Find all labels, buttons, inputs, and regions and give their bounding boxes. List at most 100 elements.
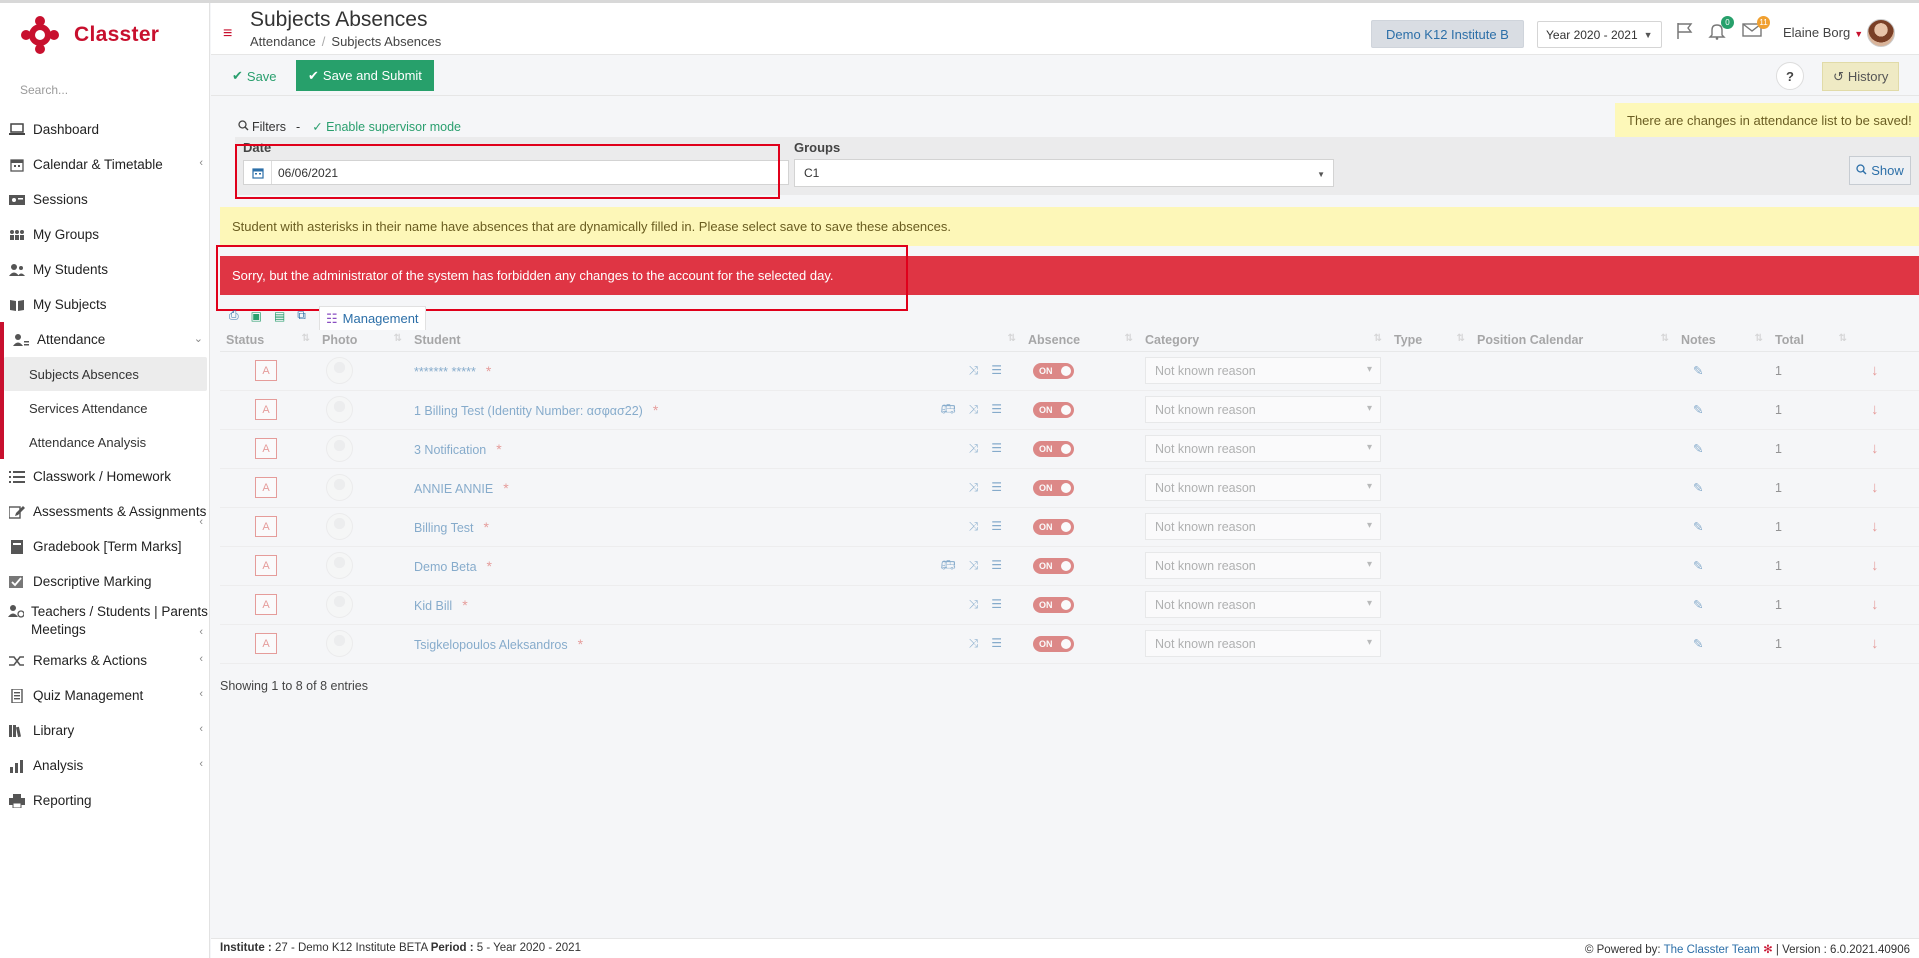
arrow-down-icon[interactable]: ↓ (1871, 479, 1879, 496)
bus-icon[interactable]: 🚌︎ (940, 558, 955, 573)
status-badge[interactable]: A (255, 516, 277, 537)
col-type[interactable]: Type ⇅ (1388, 329, 1471, 352)
absence-toggle[interactable]: ON (1033, 518, 1074, 535)
edit-note-icon[interactable]: ✎ (1693, 364, 1703, 378)
list-icon[interactable]: ☰ (991, 558, 1002, 573)
col-photo[interactable]: Photo ⇅ (316, 329, 408, 352)
sidebar-item-dashboard[interactable]: Dashboard (0, 112, 209, 147)
csv-export-icon[interactable]: ▤ (274, 309, 285, 323)
sidebar-subitem-subjects-absences[interactable]: Subjects Absences (4, 357, 207, 391)
status-badge[interactable]: A (255, 594, 277, 615)
date-input[interactable] (272, 165, 772, 180)
col-student[interactable]: Student ⇅ (408, 329, 1022, 352)
sidebar-subitem-attendance-analysis[interactable]: Attendance Analysis (4, 425, 209, 459)
arrow-down-icon[interactable]: ↓ (1871, 362, 1879, 379)
category-select[interactable]: Not known reason (1145, 552, 1381, 579)
category-select[interactable]: Not known reason (1145, 474, 1381, 501)
show-button[interactable]: Show (1849, 156, 1911, 185)
sidebar-item-library[interactable]: Library ‹ (0, 713, 209, 748)
avatar[interactable] (1867, 19, 1895, 47)
save-and-submit-button[interactable]: ✔ Save and Submit (296, 60, 434, 91)
sidebar-item-my-students[interactable]: My Students (0, 252, 209, 287)
management-tab[interactable]: ☷ Management (319, 306, 426, 330)
student-name-link[interactable]: Billing Test (414, 521, 474, 535)
hamburger-menu-icon[interactable]: ≡ (223, 25, 232, 43)
sidebar-item-assessments[interactable]: Assessments & Assignments ‹ (0, 494, 209, 529)
absence-toggle[interactable]: ON (1033, 635, 1074, 652)
shuffle-icon[interactable]: ⤨ (969, 402, 979, 417)
shuffle-icon[interactable]: ⤨ (969, 363, 979, 378)
list-icon[interactable]: ☰ (991, 441, 1002, 456)
col-absence[interactable]: Absence ⇅ (1022, 329, 1139, 352)
date-field[interactable] (243, 160, 789, 185)
sidebar-item-attendance[interactable]: Attendance ⌄ (0, 322, 209, 357)
category-select[interactable]: Not known reason (1145, 396, 1381, 423)
logo[interactable]: Classter (20, 13, 159, 57)
arrow-down-icon[interactable]: ↓ (1871, 557, 1879, 574)
edit-note-icon[interactable]: ✎ (1693, 481, 1703, 495)
category-select[interactable]: Not known reason (1145, 357, 1381, 384)
absence-toggle[interactable]: ON (1033, 362, 1074, 379)
sidebar-item-sessions[interactable]: Sessions (0, 182, 209, 217)
absence-toggle[interactable]: ON (1033, 596, 1074, 613)
arrow-down-icon[interactable]: ↓ (1871, 596, 1879, 613)
sidebar-item-remarks[interactable]: Remarks & Actions ‹ (0, 643, 209, 678)
status-badge[interactable]: A (255, 399, 277, 420)
edit-note-icon[interactable]: ✎ (1693, 598, 1703, 612)
filters-toggle[interactable]: Filters (252, 120, 286, 134)
help-button[interactable]: ? (1776, 62, 1804, 90)
edit-note-icon[interactable]: ✎ (1693, 442, 1703, 456)
groups-select[interactable]: C1 ▼ (794, 159, 1334, 187)
copy-icon[interactable]: ⧉ (297, 308, 306, 323)
sidebar-item-reporting[interactable]: Reporting (0, 783, 209, 818)
year-select[interactable]: Year 2020 - 2021 ▼ (1537, 21, 1662, 48)
shuffle-icon[interactable]: ⤨ (969, 480, 979, 495)
sidebar-subitem-services-attendance[interactable]: Services Attendance (4, 391, 209, 425)
category-select[interactable]: Not known reason (1145, 435, 1381, 462)
save-button[interactable]: ✔ Save (225, 62, 284, 90)
student-name-link[interactable]: Kid Bill (414, 599, 452, 613)
student-name-link[interactable]: ANNIE ANNIE (414, 482, 493, 496)
bus-icon[interactable]: 🚌︎ (940, 402, 955, 417)
shuffle-icon[interactable]: ⤨ (969, 519, 979, 534)
status-badge[interactable]: A (255, 477, 277, 498)
arrow-down-icon[interactable]: ↓ (1871, 635, 1879, 652)
col-category[interactable]: Category ⇅ (1139, 329, 1388, 352)
status-badge[interactable]: A (255, 438, 277, 459)
category-select[interactable]: Not known reason (1145, 591, 1381, 618)
col-status[interactable]: Status ⇅ (220, 329, 316, 352)
student-name-link[interactable]: ******* ***** (414, 365, 476, 379)
sidebar-item-analysis[interactable]: Analysis ‹ (0, 748, 209, 783)
arrow-down-icon[interactable]: ↓ (1871, 440, 1879, 457)
category-select[interactable]: Not known reason (1145, 513, 1381, 540)
edit-note-icon[interactable]: ✎ (1693, 403, 1703, 417)
breadcrumb-item[interactable]: Attendance (250, 34, 316, 49)
absence-toggle[interactable]: ON (1033, 401, 1074, 418)
edit-note-icon[interactable]: ✎ (1693, 520, 1703, 534)
sidebar-item-my-subjects[interactable]: My Subjects (0, 287, 209, 322)
sidebar-item-classwork[interactable]: Classwork / Homework (0, 459, 209, 494)
sidebar-item-meetings[interactable]: Teachers / Students | Parents Meetings ‹ (0, 599, 209, 643)
absence-toggle[interactable]: ON (1033, 440, 1074, 457)
print-icon[interactable]: ⎙ (229, 308, 239, 323)
list-icon[interactable]: ☰ (991, 519, 1002, 534)
sidebar-item-gradebook[interactable]: Gradebook [Term Marks] (0, 529, 209, 564)
status-badge[interactable]: A (255, 555, 277, 576)
absence-toggle[interactable]: ON (1033, 479, 1074, 496)
sidebar-item-descriptive-marking[interactable]: Descriptive Marking (0, 564, 209, 599)
status-badge[interactable]: A (255, 360, 277, 381)
status-badge[interactable]: A (255, 633, 277, 654)
shuffle-icon[interactable]: ⤨ (969, 441, 979, 456)
envelope-icon[interactable]: 11 (1742, 16, 1770, 41)
search-input[interactable] (0, 73, 209, 107)
excel-export-icon[interactable]: ▣ (251, 309, 262, 323)
history-button[interactable]: ↺ History (1822, 62, 1900, 91)
student-name-link[interactable]: 1 Billing Test (Identity Number: ασφασ22… (414, 404, 643, 418)
institute-button[interactable]: Demo K12 Institute B (1371, 20, 1524, 48)
edit-note-icon[interactable]: ✎ (1693, 637, 1703, 651)
col-total[interactable]: Total ⇅ (1769, 329, 1853, 352)
arrow-down-icon[interactable]: ↓ (1871, 401, 1879, 418)
list-icon[interactable]: ☰ (991, 402, 1002, 417)
col-position-calendar[interactable]: Position Calendar ⇅ (1471, 329, 1675, 352)
student-name-link[interactable]: Demo Beta (414, 560, 477, 574)
